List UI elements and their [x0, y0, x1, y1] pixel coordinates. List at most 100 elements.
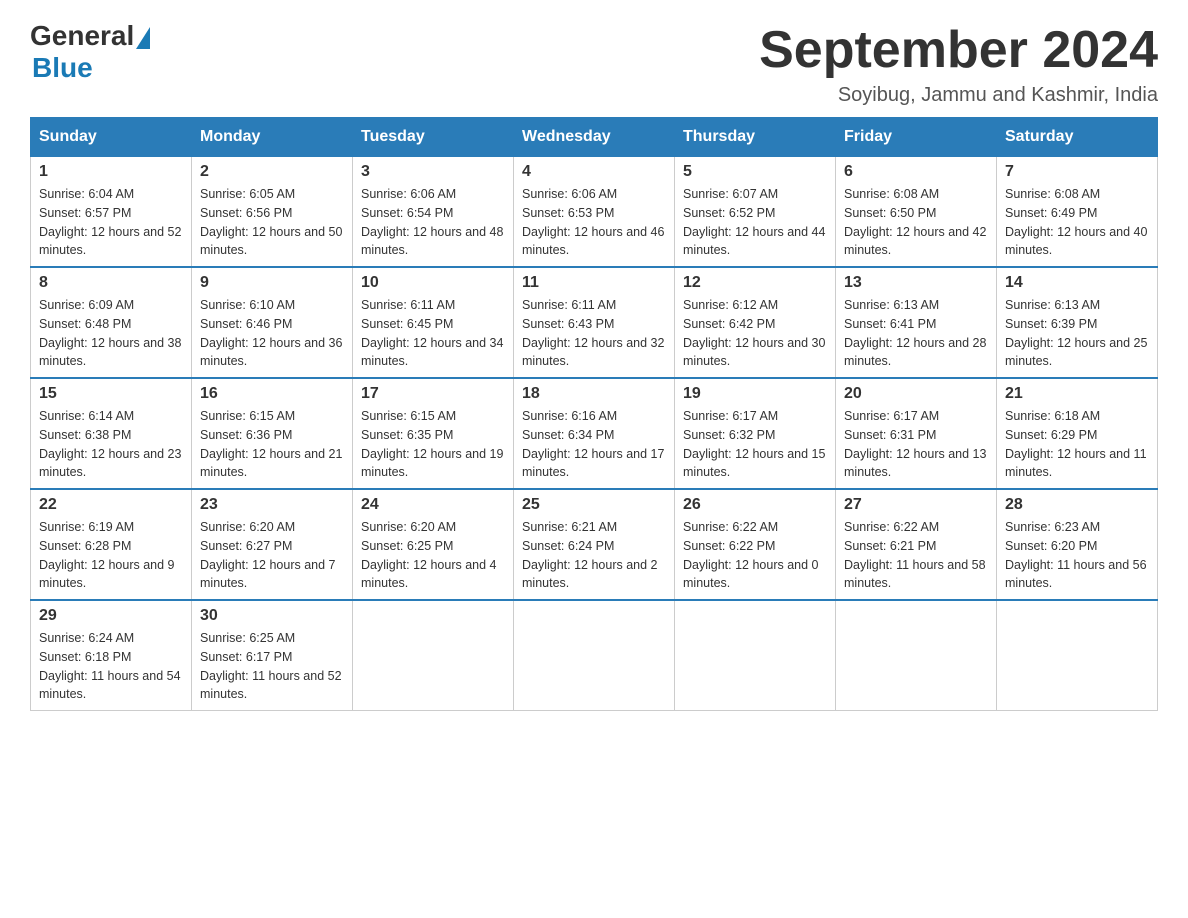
day-number: 14: [1005, 274, 1149, 292]
logo-triangle-icon: [136, 27, 150, 49]
day-info: Sunrise: 6:08 AM Sunset: 6:49 PM Dayligh…: [1005, 185, 1149, 260]
day-info: Sunrise: 6:19 AM Sunset: 6:28 PM Dayligh…: [39, 518, 183, 593]
day-info: Sunrise: 6:12 AM Sunset: 6:42 PM Dayligh…: [683, 296, 827, 371]
table-row: 19 Sunrise: 6:17 AM Sunset: 6:32 PM Dayl…: [675, 378, 836, 489]
logo: General Blue: [30, 20, 150, 84]
day-info: Sunrise: 6:24 AM Sunset: 6:18 PM Dayligh…: [39, 629, 183, 704]
table-row: 16 Sunrise: 6:15 AM Sunset: 6:36 PM Dayl…: [192, 378, 353, 489]
calendar-week-row: 29 Sunrise: 6:24 AM Sunset: 6:18 PM Dayl…: [31, 600, 1158, 711]
header-friday: Friday: [836, 118, 997, 157]
day-number: 27: [844, 496, 988, 514]
day-number: 29: [39, 607, 183, 625]
table-row: 24 Sunrise: 6:20 AM Sunset: 6:25 PM Dayl…: [353, 489, 514, 600]
header-saturday: Saturday: [997, 118, 1158, 157]
day-number: 4: [522, 163, 666, 181]
day-number: 12: [683, 274, 827, 292]
calendar-week-row: 15 Sunrise: 6:14 AM Sunset: 6:38 PM Dayl…: [31, 378, 1158, 489]
table-row: 3 Sunrise: 6:06 AM Sunset: 6:54 PM Dayli…: [353, 157, 514, 268]
day-info: Sunrise: 6:18 AM Sunset: 6:29 PM Dayligh…: [1005, 407, 1149, 482]
page-container: General Blue September 2024 Soyibug, Jam…: [30, 20, 1158, 711]
day-info: Sunrise: 6:15 AM Sunset: 6:35 PM Dayligh…: [361, 407, 505, 482]
header-monday: Monday: [192, 118, 353, 157]
day-info: Sunrise: 6:20 AM Sunset: 6:25 PM Dayligh…: [361, 518, 505, 593]
day-number: 20: [844, 385, 988, 403]
table-row: 26 Sunrise: 6:22 AM Sunset: 6:22 PM Dayl…: [675, 489, 836, 600]
day-info: Sunrise: 6:10 AM Sunset: 6:46 PM Dayligh…: [200, 296, 344, 371]
table-row: 23 Sunrise: 6:20 AM Sunset: 6:27 PM Dayl…: [192, 489, 353, 600]
table-row: 25 Sunrise: 6:21 AM Sunset: 6:24 PM Dayl…: [514, 489, 675, 600]
table-row: 20 Sunrise: 6:17 AM Sunset: 6:31 PM Dayl…: [836, 378, 997, 489]
logo-general-text: General: [30, 20, 134, 52]
calendar-table: Sunday Monday Tuesday Wednesday Thursday…: [30, 117, 1158, 711]
table-row: 29 Sunrise: 6:24 AM Sunset: 6:18 PM Dayl…: [31, 600, 192, 711]
table-row: 28 Sunrise: 6:23 AM Sunset: 6:20 PM Dayl…: [997, 489, 1158, 600]
day-number: 16: [200, 385, 344, 403]
day-info: Sunrise: 6:04 AM Sunset: 6:57 PM Dayligh…: [39, 185, 183, 260]
table-row: [675, 600, 836, 711]
day-info: Sunrise: 6:11 AM Sunset: 6:43 PM Dayligh…: [522, 296, 666, 371]
day-number: 7: [1005, 163, 1149, 181]
day-number: 15: [39, 385, 183, 403]
table-row: 10 Sunrise: 6:11 AM Sunset: 6:45 PM Dayl…: [353, 267, 514, 378]
table-row: 22 Sunrise: 6:19 AM Sunset: 6:28 PM Dayl…: [31, 489, 192, 600]
header-wednesday: Wednesday: [514, 118, 675, 157]
day-number: 23: [200, 496, 344, 514]
day-number: 1: [39, 163, 183, 181]
table-row: 12 Sunrise: 6:12 AM Sunset: 6:42 PM Dayl…: [675, 267, 836, 378]
table-row: 4 Sunrise: 6:06 AM Sunset: 6:53 PM Dayli…: [514, 157, 675, 268]
day-number: 3: [361, 163, 505, 181]
table-row: [836, 600, 997, 711]
day-number: 6: [844, 163, 988, 181]
day-number: 10: [361, 274, 505, 292]
table-row: 9 Sunrise: 6:10 AM Sunset: 6:46 PM Dayli…: [192, 267, 353, 378]
table-row: [353, 600, 514, 711]
day-number: 11: [522, 274, 666, 292]
day-number: 5: [683, 163, 827, 181]
day-info: Sunrise: 6:17 AM Sunset: 6:32 PM Dayligh…: [683, 407, 827, 482]
table-row: 18 Sunrise: 6:16 AM Sunset: 6:34 PM Dayl…: [514, 378, 675, 489]
day-number: 26: [683, 496, 827, 514]
table-row: 27 Sunrise: 6:22 AM Sunset: 6:21 PM Dayl…: [836, 489, 997, 600]
table-row: [997, 600, 1158, 711]
day-info: Sunrise: 6:22 AM Sunset: 6:21 PM Dayligh…: [844, 518, 988, 593]
table-row: 2 Sunrise: 6:05 AM Sunset: 6:56 PM Dayli…: [192, 157, 353, 268]
day-number: 18: [522, 385, 666, 403]
day-info: Sunrise: 6:15 AM Sunset: 6:36 PM Dayligh…: [200, 407, 344, 482]
day-info: Sunrise: 6:20 AM Sunset: 6:27 PM Dayligh…: [200, 518, 344, 593]
day-info: Sunrise: 6:22 AM Sunset: 6:22 PM Dayligh…: [683, 518, 827, 593]
day-info: Sunrise: 6:05 AM Sunset: 6:56 PM Dayligh…: [200, 185, 344, 260]
day-info: Sunrise: 6:08 AM Sunset: 6:50 PM Dayligh…: [844, 185, 988, 260]
table-row: [514, 600, 675, 711]
day-info: Sunrise: 6:21 AM Sunset: 6:24 PM Dayligh…: [522, 518, 666, 593]
calendar-week-row: 8 Sunrise: 6:09 AM Sunset: 6:48 PM Dayli…: [31, 267, 1158, 378]
table-row: 15 Sunrise: 6:14 AM Sunset: 6:38 PM Dayl…: [31, 378, 192, 489]
header: General Blue September 2024 Soyibug, Jam…: [30, 20, 1158, 107]
day-info: Sunrise: 6:13 AM Sunset: 6:39 PM Dayligh…: [1005, 296, 1149, 371]
table-row: 13 Sunrise: 6:13 AM Sunset: 6:41 PM Dayl…: [836, 267, 997, 378]
day-info: Sunrise: 6:16 AM Sunset: 6:34 PM Dayligh…: [522, 407, 666, 482]
title-area: September 2024 Soyibug, Jammu and Kashmi…: [759, 20, 1158, 107]
day-info: Sunrise: 6:07 AM Sunset: 6:52 PM Dayligh…: [683, 185, 827, 260]
day-number: 9: [200, 274, 344, 292]
day-info: Sunrise: 6:06 AM Sunset: 6:54 PM Dayligh…: [361, 185, 505, 260]
day-number: 8: [39, 274, 183, 292]
day-number: 2: [200, 163, 344, 181]
day-number: 28: [1005, 496, 1149, 514]
day-info: Sunrise: 6:25 AM Sunset: 6:17 PM Dayligh…: [200, 629, 344, 704]
table-row: 30 Sunrise: 6:25 AM Sunset: 6:17 PM Dayl…: [192, 600, 353, 711]
location-text: Soyibug, Jammu and Kashmir, India: [759, 84, 1158, 107]
logo-blue-text: Blue: [32, 52, 93, 84]
table-row: 1 Sunrise: 6:04 AM Sunset: 6:57 PM Dayli…: [31, 157, 192, 268]
table-row: 7 Sunrise: 6:08 AM Sunset: 6:49 PM Dayli…: [997, 157, 1158, 268]
day-number: 30: [200, 607, 344, 625]
table-row: 11 Sunrise: 6:11 AM Sunset: 6:43 PM Dayl…: [514, 267, 675, 378]
day-number: 24: [361, 496, 505, 514]
header-thursday: Thursday: [675, 118, 836, 157]
day-number: 25: [522, 496, 666, 514]
table-row: 5 Sunrise: 6:07 AM Sunset: 6:52 PM Dayli…: [675, 157, 836, 268]
day-number: 21: [1005, 385, 1149, 403]
day-number: 17: [361, 385, 505, 403]
day-info: Sunrise: 6:17 AM Sunset: 6:31 PM Dayligh…: [844, 407, 988, 482]
table-row: 14 Sunrise: 6:13 AM Sunset: 6:39 PM Dayl…: [997, 267, 1158, 378]
day-info: Sunrise: 6:23 AM Sunset: 6:20 PM Dayligh…: [1005, 518, 1149, 593]
